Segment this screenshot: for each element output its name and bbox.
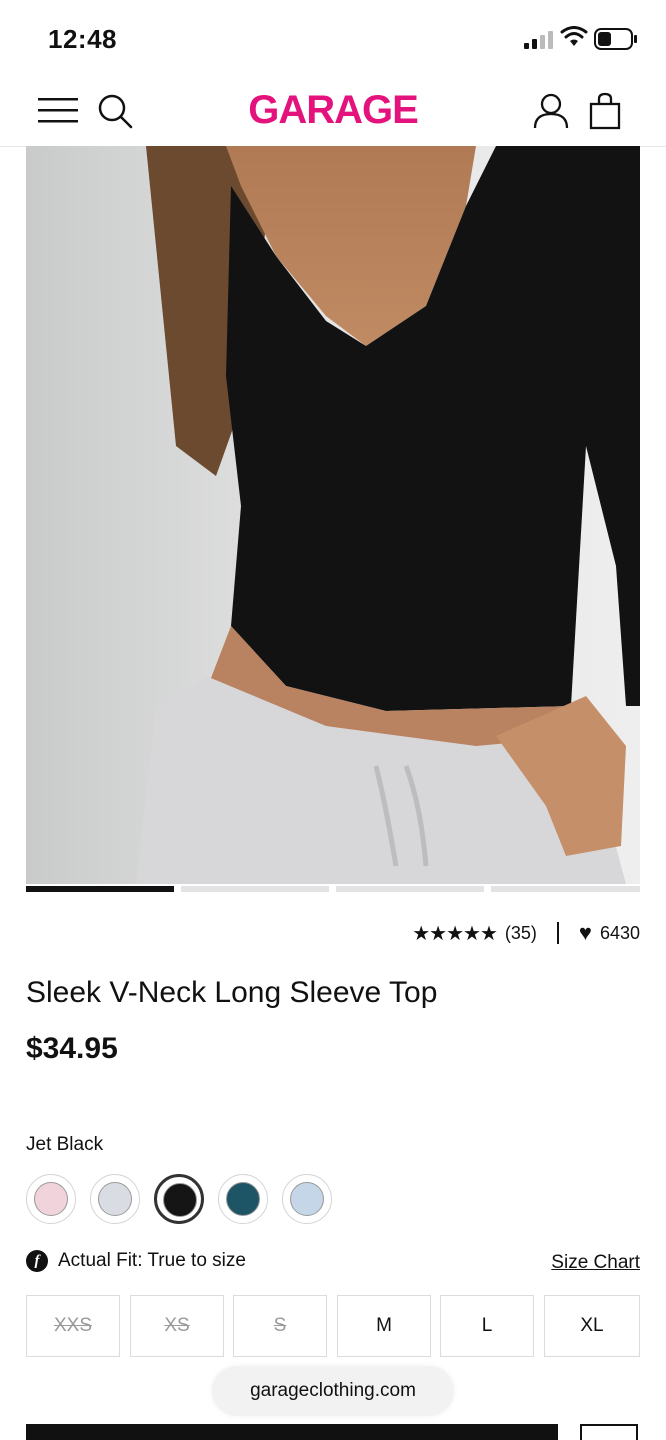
selected-color-name: Jet Black: [26, 1134, 104, 1155]
status-time: 12:48: [48, 24, 117, 54]
fit-text: Actual Fit: True to size: [58, 1250, 246, 1271]
size-option-m[interactable]: M: [337, 1295, 431, 1357]
swatch-jet-black[interactable]: [154, 1174, 204, 1224]
carousel-indicators[interactable]: [26, 886, 640, 892]
review-count[interactable]: (35): [505, 923, 537, 944]
star-rating-icon[interactable]: ★★★★★: [412, 921, 498, 946]
fit-info: f Actual Fit: True to size: [26, 1250, 246, 1272]
size-option-xl[interactable]: XL: [544, 1295, 640, 1357]
like-count: 6430: [599, 922, 640, 943]
size-option-xxs[interactable]: XXS: [26, 1295, 120, 1357]
heart-icon[interactable]: ♥: [579, 920, 592, 946]
wifi-icon: [560, 26, 588, 46]
site-header: GARAGE: [0, 78, 666, 147]
fit-info-icon: f: [26, 1250, 48, 1272]
size-selector: XXS XS S M L XL: [26, 1295, 640, 1359]
size-chart-link[interactable]: Size Chart: [551, 1252, 640, 1274]
battery-icon: [594, 28, 637, 50]
size-option-l[interactable]: L: [440, 1295, 534, 1357]
product-image[interactable]: [26, 146, 640, 884]
product-title: Sleek V-Neck Long Sleeve Top: [26, 976, 438, 1009]
carousel-indicator-3[interactable]: [336, 886, 484, 892]
carousel-indicator-4[interactable]: [491, 886, 640, 892]
cellular-signal-icon: [524, 31, 553, 49]
size-option-xs[interactable]: XS: [130, 1295, 224, 1357]
rating-row: ★★★★★ (35) ♥ 6430: [412, 918, 640, 948]
divider: [556, 922, 559, 944]
account-icon[interactable]: [532, 92, 570, 130]
swatch-light-grey[interactable]: [90, 1174, 140, 1224]
size-option-s[interactable]: S: [233, 1295, 327, 1357]
product-price: $34.95: [26, 1032, 118, 1065]
swatch-light-blue[interactable]: [282, 1174, 332, 1224]
swatch-pink[interactable]: [26, 1174, 76, 1224]
swatch-teal[interactable]: [218, 1174, 268, 1224]
add-to-bag-button[interactable]: [26, 1424, 558, 1440]
carousel-indicator-1[interactable]: [26, 886, 174, 892]
product-photo-illustration: [26, 146, 640, 884]
status-bar: 12:48: [0, 0, 666, 78]
carousel-indicator-2[interactable]: [181, 886, 329, 892]
browser-url-bar[interactable]: garageclothing.com: [212, 1366, 454, 1416]
shopping-bag-icon[interactable]: [588, 92, 622, 130]
wishlist-button[interactable]: [580, 1424, 638, 1440]
